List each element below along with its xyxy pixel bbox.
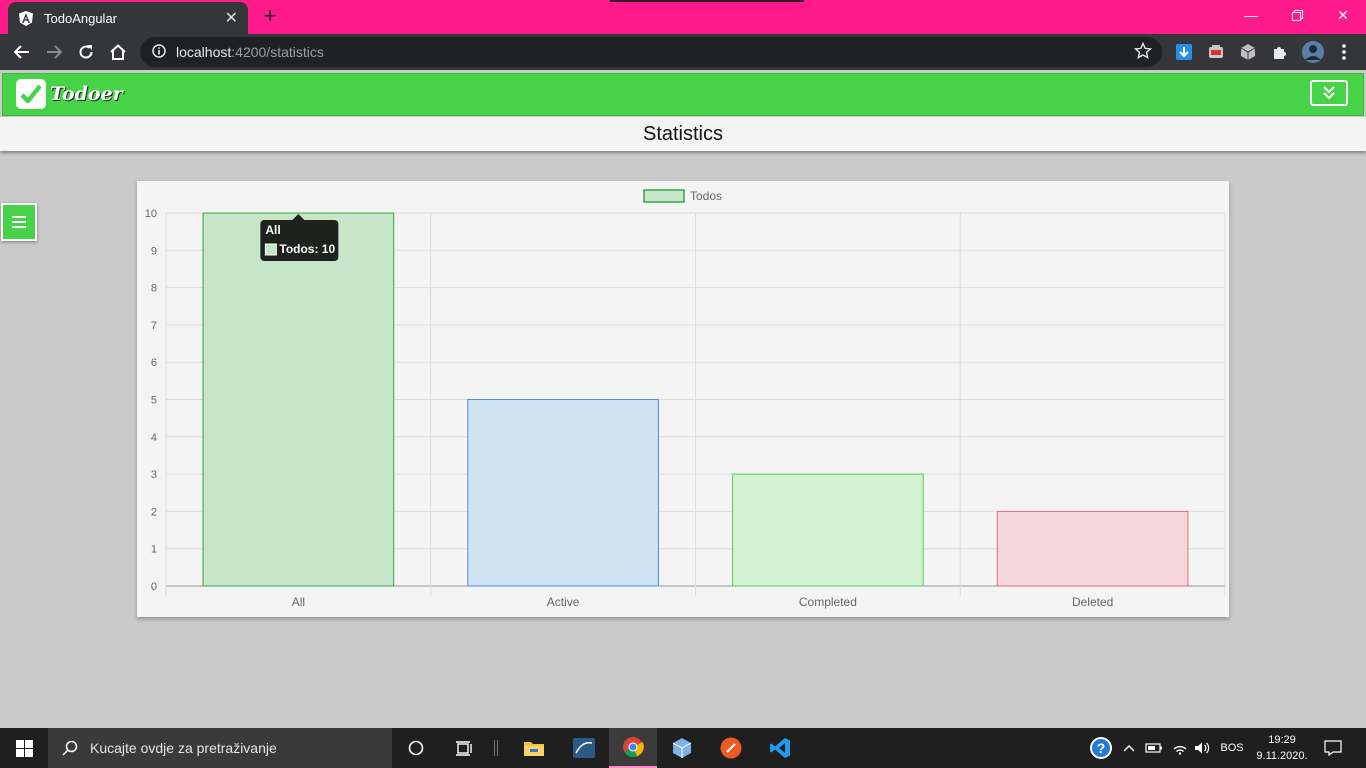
browser-menu-icon[interactable] <box>1334 42 1354 62</box>
y-tick-label: 1 <box>151 544 157 556</box>
windows-taskbar: Kucajte ovdje za pretraživanje ? BOS 19:… <box>0 728 1366 768</box>
taskbar-search[interactable]: Kucajte ovdje za pretraživanje <box>48 728 392 768</box>
legend-swatch <box>643 189 685 203</box>
windows-start-icon[interactable] <box>0 728 48 768</box>
screenshot-extension-icon[interactable] <box>1206 42 1226 62</box>
task-view-icon[interactable] <box>440 728 488 768</box>
cortana-icon[interactable] <box>392 728 440 768</box>
app-navbar: Todoer <box>2 73 1364 116</box>
new-tab-button[interactable]: + <box>258 4 282 28</box>
browser-tabstrip: TodoAngular ✕ + — ✕ <box>0 0 1366 34</box>
site-info-icon[interactable] <box>152 43 166 61</box>
clock-date: 9.11.2020. <box>1256 750 1308 762</box>
statistics-chart-card: 0 1 2 3 4 5 6 7 8 9 10 All Active Completed Deleted Tod… <box>137 181 1229 617</box>
tooltip-title: All <box>265 223 280 237</box>
x-tick-label: Active <box>547 595 580 609</box>
checkmark-icon <box>16 79 46 109</box>
y-tick-label: 4 <box>151 432 157 444</box>
bookmark-star-icon[interactable] <box>1133 41 1153 63</box>
bar-deleted <box>996 510 1189 587</box>
y-tick-label: 6 <box>151 357 157 369</box>
y-tick-label: 0 <box>151 581 157 593</box>
y-tick-label: 2 <box>151 506 157 518</box>
help-icon[interactable]: ? <box>1086 728 1116 768</box>
puzzle-extensions-icon[interactable] <box>1270 42 1290 62</box>
y-tick-label: 9 <box>151 245 157 257</box>
y-tick-label: 8 <box>151 283 157 295</box>
postman-icon[interactable] <box>707 728 755 768</box>
tooltip-label: Todos: 10 <box>279 242 335 256</box>
clock-time: 19:29 <box>1268 734 1296 746</box>
back-icon[interactable] <box>8 38 36 66</box>
legend-label: Todos <box>690 189 722 203</box>
mysql-workbench-icon[interactable] <box>560 728 608 768</box>
navbar-toggle-button[interactable] <box>1310 80 1348 106</box>
restore-icon[interactable] <box>1274 0 1320 30</box>
x-tick-label: All <box>292 595 305 609</box>
statistics-bar-chart: 0 1 2 3 4 5 6 7 8 9 10 All Active Completed Deleted Tod… <box>145 189 1226 609</box>
system-clock[interactable]: 19:29 9.11.2020. <box>1244 732 1320 764</box>
vscode-icon[interactable] <box>756 728 804 768</box>
tab-title: TodoAngular <box>44 10 117 26</box>
reload-icon[interactable] <box>72 38 100 66</box>
file-explorer-icon[interactable] <box>510 728 558 768</box>
url-path: :4200/statistics <box>231 44 324 60</box>
y-tick-label: 10 <box>145 208 157 220</box>
page-header: Statistics <box>0 117 1366 151</box>
url-host: localhost <box>176 44 232 60</box>
cube-extension-icon[interactable] <box>1238 42 1258 62</box>
wifi-icon[interactable] <box>1170 728 1190 768</box>
tooltip-swatch <box>264 243 277 256</box>
address-bar[interactable]: localhost:4200/statistics <box>140 37 1162 67</box>
logo-text: Todoer <box>50 83 123 105</box>
download-extension-icon[interactable] <box>1174 42 1194 62</box>
hamburger-icon <box>12 216 26 228</box>
window-close-icon[interactable]: ✕ <box>1320 0 1366 30</box>
notifications-icon[interactable] <box>1318 728 1348 768</box>
forward-icon[interactable] <box>40 38 68 66</box>
bar-active <box>467 399 659 587</box>
home-icon[interactable] <box>104 38 132 66</box>
browser-tab[interactable]: TodoAngular ✕ <box>8 2 248 34</box>
minimize-icon[interactable]: — <box>1228 0 1274 30</box>
profile-avatar[interactable] <box>1302 41 1324 63</box>
virtualbox-icon[interactable] <box>658 728 706 768</box>
x-tick-label: Deleted <box>1072 595 1113 609</box>
y-tick-label: 3 <box>151 469 157 481</box>
search-icon <box>62 740 78 756</box>
sidebar-toggle-button[interactable] <box>1 203 37 241</box>
app-logo[interactable]: Todoer <box>16 79 123 109</box>
browser-toolbar: localhost:4200/statistics <box>0 34 1366 70</box>
chrome-icon[interactable] <box>609 728 657 768</box>
angular-icon <box>18 10 34 26</box>
bar-all <box>202 212 395 587</box>
chevron-up-icon[interactable] <box>1120 728 1138 768</box>
page-title: Statistics <box>642 123 724 145</box>
y-tick-label: 5 <box>151 395 157 407</box>
battery-icon[interactable] <box>1144 728 1164 768</box>
svg-text:?: ? <box>1097 740 1106 756</box>
tab-close-icon[interactable]: ✕ <box>225 8 238 28</box>
search-placeholder: Kucajte ovdje za pretraživanje <box>90 740 277 756</box>
y-tick-label: 7 <box>151 320 157 332</box>
volume-icon[interactable] <box>1192 728 1212 768</box>
x-tick-label: Completed <box>799 595 857 609</box>
taskbar-separator <box>488 728 504 768</box>
double-chevron-down-icon <box>1323 86 1335 100</box>
bar-completed <box>732 473 924 587</box>
tabstrip-divider <box>610 0 804 2</box>
